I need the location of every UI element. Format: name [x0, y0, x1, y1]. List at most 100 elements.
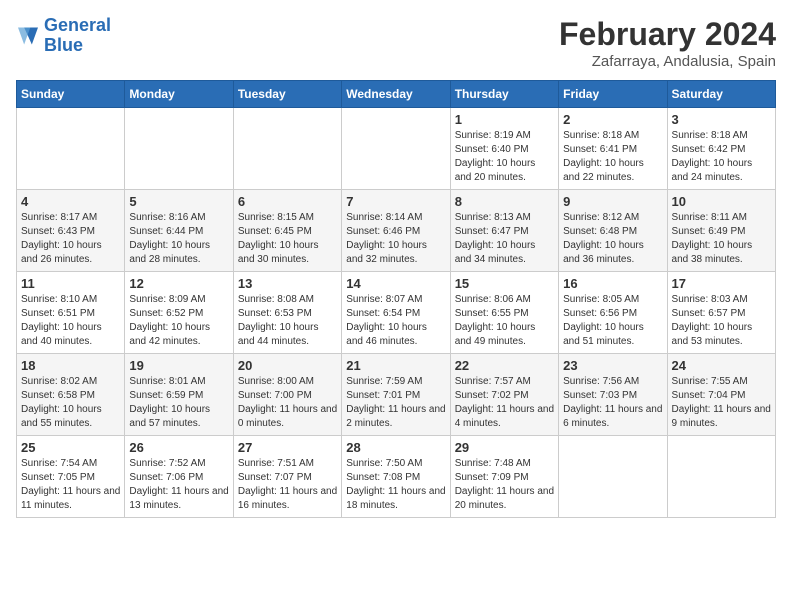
day-number: 24 — [672, 358, 771, 373]
day-number: 13 — [238, 276, 337, 291]
day-cell: 20 Sunrise: 8:00 AM Sunset: 7:00 PM Dayli… — [233, 354, 341, 436]
day-detail: Sunrise: 7:57 AM Sunset: 7:02 PM Dayligh… — [455, 375, 554, 431]
header-cell-thursday: Thursday — [450, 81, 558, 108]
header: General Blue February 2024 Zafarraya, An… — [16, 16, 776, 70]
day-detail: Sunrise: 8:12 AM Sunset: 6:48 PM Dayligh… — [563, 211, 662, 267]
day-number: 29 — [455, 440, 554, 455]
day-detail: Sunrise: 8:19 AM Sunset: 6:40 PM Dayligh… — [455, 129, 554, 185]
day-cell — [233, 108, 341, 190]
day-number: 2 — [563, 112, 662, 127]
day-cell: 21 Sunrise: 7:59 AM Sunset: 7:01 PM Dayli… — [342, 354, 450, 436]
day-cell — [125, 108, 233, 190]
day-detail: Sunrise: 7:54 AM Sunset: 7:05 PM Dayligh… — [21, 457, 120, 513]
subtitle: Zafarraya, Andalusia, Spain — [559, 53, 776, 70]
week-row-3: 11 Sunrise: 8:10 AM Sunset: 6:51 PM Dayli… — [17, 272, 776, 354]
day-number: 1 — [455, 112, 554, 127]
day-cell: 19 Sunrise: 8:01 AM Sunset: 6:59 PM Dayli… — [125, 354, 233, 436]
day-cell: 17 Sunrise: 8:03 AM Sunset: 6:57 PM Dayli… — [667, 272, 775, 354]
day-detail: Sunrise: 8:16 AM Sunset: 6:44 PM Dayligh… — [129, 211, 228, 267]
day-detail: Sunrise: 8:18 AM Sunset: 6:42 PM Dayligh… — [672, 129, 771, 185]
header-cell-tuesday: Tuesday — [233, 81, 341, 108]
day-cell — [667, 436, 775, 518]
day-cell: 3 Sunrise: 8:18 AM Sunset: 6:42 PM Daylig… — [667, 108, 775, 190]
day-number: 21 — [346, 358, 445, 373]
day-number: 6 — [238, 194, 337, 209]
day-cell: 13 Sunrise: 8:08 AM Sunset: 6:53 PM Dayli… — [233, 272, 341, 354]
logo-text: General Blue — [44, 16, 111, 56]
day-detail: Sunrise: 7:56 AM Sunset: 7:03 PM Dayligh… — [563, 375, 662, 431]
day-detail: Sunrise: 8:15 AM Sunset: 6:45 PM Dayligh… — [238, 211, 337, 267]
calendar-table: SundayMondayTuesdayWednesdayThursdayFrid… — [16, 80, 776, 518]
day-cell: 29 Sunrise: 7:48 AM Sunset: 7:09 PM Dayli… — [450, 436, 558, 518]
day-detail: Sunrise: 8:05 AM Sunset: 6:56 PM Dayligh… — [563, 293, 662, 349]
day-cell: 9 Sunrise: 8:12 AM Sunset: 6:48 PM Daylig… — [559, 190, 667, 272]
day-cell: 26Sunrise: 7:52 AM Sunset: 7:06 PM Dayli… — [125, 436, 233, 518]
day-number: 3 — [672, 112, 771, 127]
day-detail: Sunrise: 8:03 AM Sunset: 6:57 PM Dayligh… — [672, 293, 771, 349]
day-cell — [342, 108, 450, 190]
logo-icon — [16, 26, 40, 46]
day-cell: 25 Sunrise: 7:54 AM Sunset: 7:05 PM Dayli… — [17, 436, 125, 518]
header-cell-saturday: Saturday — [667, 81, 775, 108]
day-cell: 14 Sunrise: 8:07 AM Sunset: 6:54 PM Dayli… — [342, 272, 450, 354]
day-number: 20 — [238, 358, 337, 373]
day-number: 14 — [346, 276, 445, 291]
day-detail: Sunrise: 7:48 AM Sunset: 7:09 PM Dayligh… — [455, 457, 554, 513]
logo: General Blue — [16, 16, 111, 56]
header-row: SundayMondayTuesdayWednesdayThursdayFrid… — [17, 81, 776, 108]
day-number: 26 — [129, 440, 228, 455]
day-number: 19 — [129, 358, 228, 373]
day-number: 11 — [21, 276, 120, 291]
day-number: 9 — [563, 194, 662, 209]
day-number: 17 — [672, 276, 771, 291]
day-detail: Sunrise: 7:55 AM Sunset: 7:04 PM Dayligh… — [672, 375, 771, 431]
day-detail: Sunrise: 8:06 AM Sunset: 6:55 PM Dayligh… — [455, 293, 554, 349]
day-detail: Sunrise: 8:18 AM Sunset: 6:41 PM Dayligh… — [563, 129, 662, 185]
day-detail: Sunrise: 8:17 AM Sunset: 6:43 PM Dayligh… — [21, 211, 120, 267]
week-row-2: 4Sunrise: 8:17 AM Sunset: 6:43 PM Daylig… — [17, 190, 776, 272]
header-cell-wednesday: Wednesday — [342, 81, 450, 108]
day-detail: Sunrise: 8:07 AM Sunset: 6:54 PM Dayligh… — [346, 293, 445, 349]
day-number: 25 — [21, 440, 120, 455]
day-cell: 16 Sunrise: 8:05 AM Sunset: 6:56 PM Dayli… — [559, 272, 667, 354]
day-number: 10 — [672, 194, 771, 209]
day-cell: 8 Sunrise: 8:13 AM Sunset: 6:47 PM Daylig… — [450, 190, 558, 272]
day-cell: 10Sunrise: 8:11 AM Sunset: 6:49 PM Dayli… — [667, 190, 775, 272]
day-number: 16 — [563, 276, 662, 291]
day-cell: 27Sunrise: 7:51 AM Sunset: 7:07 PM Dayli… — [233, 436, 341, 518]
main-title: February 2024 — [559, 16, 776, 53]
day-cell: 2 Sunrise: 8:18 AM Sunset: 6:41 PM Daylig… — [559, 108, 667, 190]
week-row-5: 25 Sunrise: 7:54 AM Sunset: 7:05 PM Dayli… — [17, 436, 776, 518]
day-detail: Sunrise: 8:09 AM Sunset: 6:52 PM Dayligh… — [129, 293, 228, 349]
day-detail: Sunrise: 8:14 AM Sunset: 6:46 PM Dayligh… — [346, 211, 445, 267]
day-detail: Sunrise: 7:59 AM Sunset: 7:01 PM Dayligh… — [346, 375, 445, 431]
day-cell: 12Sunrise: 8:09 AM Sunset: 6:52 PM Dayli… — [125, 272, 233, 354]
day-number: 27 — [238, 440, 337, 455]
day-cell: 28 Sunrise: 7:50 AM Sunset: 7:08 PM Dayli… — [342, 436, 450, 518]
day-cell: 11 Sunrise: 8:10 AM Sunset: 6:51 PM Dayli… — [17, 272, 125, 354]
day-detail: Sunrise: 8:13 AM Sunset: 6:47 PM Dayligh… — [455, 211, 554, 267]
day-cell — [559, 436, 667, 518]
day-detail: Sunrise: 8:02 AM Sunset: 6:58 PM Dayligh… — [21, 375, 120, 431]
day-number: 5 — [129, 194, 228, 209]
day-cell: 5 Sunrise: 8:16 AM Sunset: 6:44 PM Daylig… — [125, 190, 233, 272]
day-number: 23 — [563, 358, 662, 373]
day-number: 8 — [455, 194, 554, 209]
header-cell-friday: Friday — [559, 81, 667, 108]
day-cell: 1 Sunrise: 8:19 AM Sunset: 6:40 PM Daylig… — [450, 108, 558, 190]
day-detail: Sunrise: 8:08 AM Sunset: 6:53 PM Dayligh… — [238, 293, 337, 349]
day-number: 18 — [21, 358, 120, 373]
day-detail: Sunrise: 7:50 AM Sunset: 7:08 PM Dayligh… — [346, 457, 445, 513]
day-cell: 6 Sunrise: 8:15 AM Sunset: 6:45 PM Daylig… — [233, 190, 341, 272]
day-cell: 22Sunrise: 7:57 AM Sunset: 7:02 PM Dayli… — [450, 354, 558, 436]
day-cell: 15Sunrise: 8:06 AM Sunset: 6:55 PM Dayli… — [450, 272, 558, 354]
day-number: 28 — [346, 440, 445, 455]
day-detail: Sunrise: 8:10 AM Sunset: 6:51 PM Dayligh… — [21, 293, 120, 349]
week-row-1: 1 Sunrise: 8:19 AM Sunset: 6:40 PM Daylig… — [17, 108, 776, 190]
header-cell-monday: Monday — [125, 81, 233, 108]
day-detail: Sunrise: 8:00 AM Sunset: 7:00 PM Dayligh… — [238, 375, 337, 431]
day-detail: Sunrise: 8:01 AM Sunset: 6:59 PM Dayligh… — [129, 375, 228, 431]
day-cell: 23 Sunrise: 7:56 AM Sunset: 7:03 PM Dayli… — [559, 354, 667, 436]
day-number: 7 — [346, 194, 445, 209]
day-cell: 18 Sunrise: 8:02 AM Sunset: 6:58 PM Dayli… — [17, 354, 125, 436]
